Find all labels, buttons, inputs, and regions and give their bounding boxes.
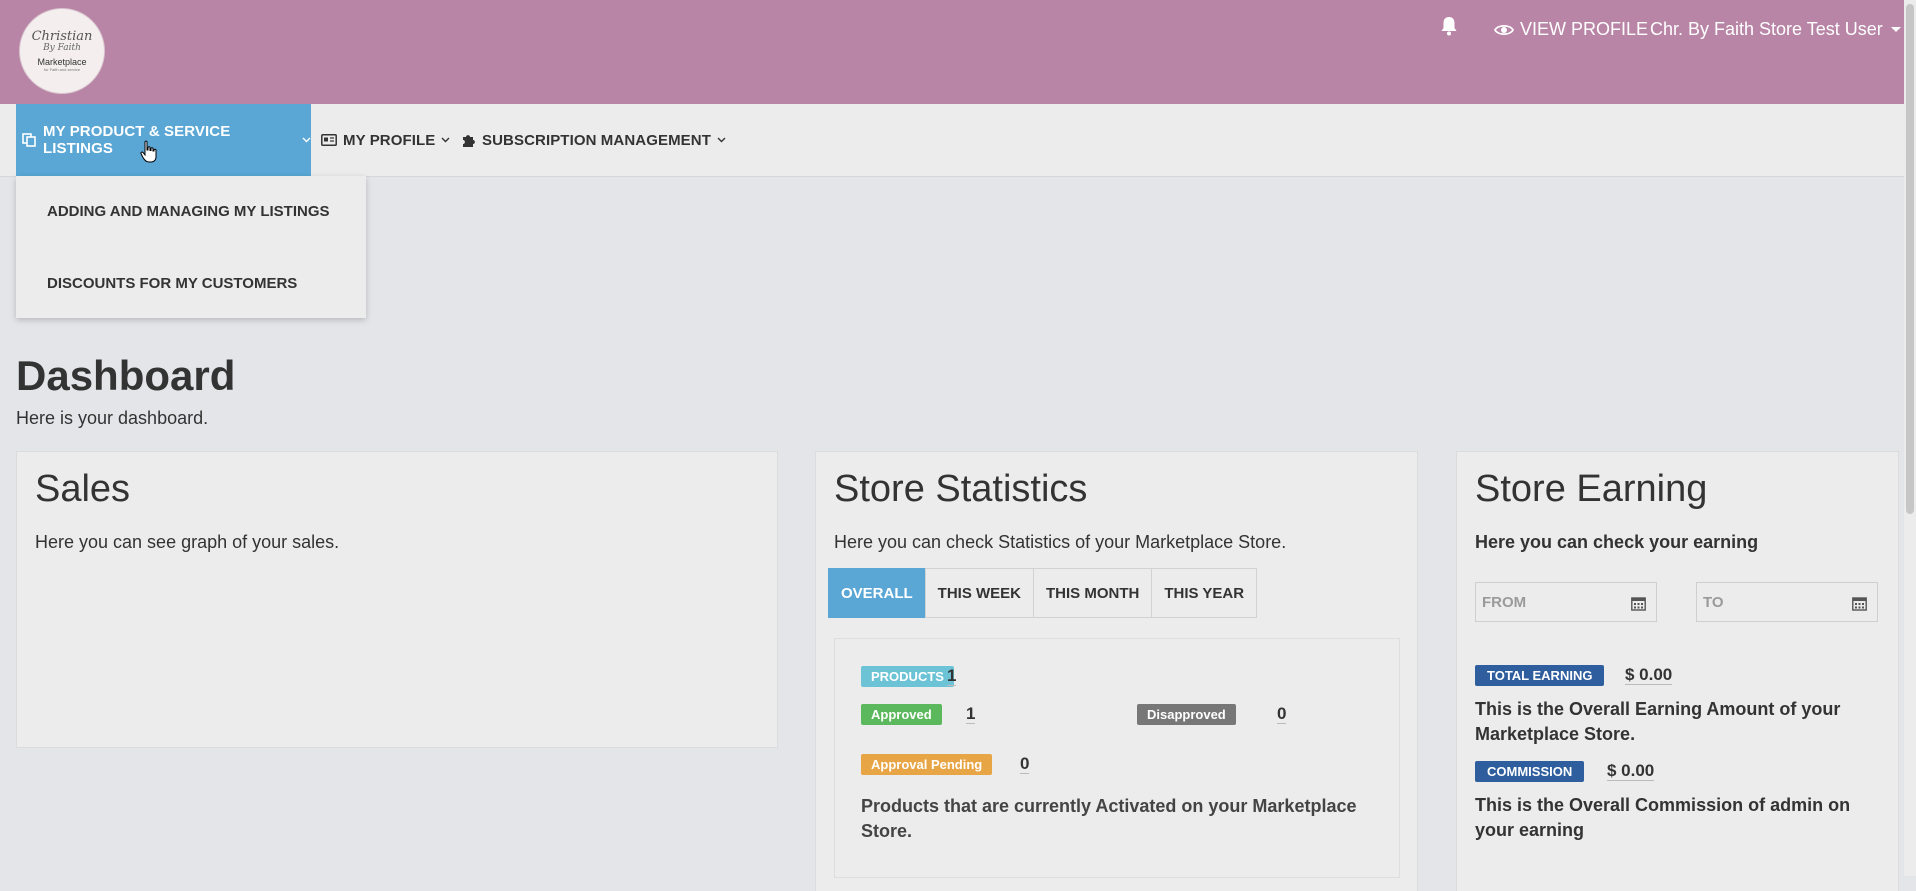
approved-count: 1 [966,704,976,724]
approval-pending-badge: Approval Pending [861,754,993,775]
top-header: Christian By Faith Marketplace for Faith… [0,0,1916,104]
sales-description: Here you can see graph of your sales. [35,532,340,552]
stats-title: Store Statistics [834,468,1088,510]
nav-label-my-profile: MY PROFILE [343,131,436,149]
logo-text-by-faith: By Faith [43,42,81,53]
approval-pending-count: 0 [1020,754,1030,774]
nav-item-listings[interactable]: MY PRODUCT & SERVICE LISTINGS [16,104,311,176]
total-earning-value: $ 0.00 [1625,665,1673,685]
tab-this-month[interactable]: THIS MONTH [1033,568,1153,618]
tab-this-week[interactable]: THIS WEEK [924,568,1035,618]
logo-text-tagline: for Faith and service [43,66,81,72]
hand-cursor-icon [140,140,157,163]
menu-item-discounts[interactable]: DISCOUNTS FOR MY CUSTOMERS [47,275,297,292]
nav-label-subscription: SUBSCRIPTION MANAGEMENT [482,131,711,149]
logo-text-marketplace: Marketplace [37,56,87,67]
main-navigation: MY PRODUCT & SERVICE LISTINGS MY PROFILE… [0,104,1914,177]
nav-item-subscription[interactable]: SUBSCRIPTION MANAGEMENT [461,104,726,176]
menu-item-adding-managing-listings[interactable]: ADDING AND MANAGING MY LISTINGS [47,203,330,220]
from-date-input[interactable] [1480,592,1614,612]
to-date-field[interactable] [1696,582,1878,622]
marketplace-logo[interactable]: Christian By Faith Marketplace for Faith… [19,8,105,94]
products-count: 1 [947,666,957,686]
store-statistics-card: Store Statistics Here you can check Stat… [815,451,1418,891]
stats-description: Here you can check Statistics of your Ma… [834,532,1287,552]
user-menu[interactable]: Chr. By Faith Store Test User [1650,19,1901,40]
user-name: Chr. By Faith Store Test User [1650,19,1883,39]
to-date-input[interactable] [1701,592,1835,612]
bell-icon[interactable] [1440,16,1458,36]
caret-down-icon [1890,27,1901,32]
commission-value: $ 0.00 [1607,761,1655,781]
eye-icon [1494,24,1514,35]
total-earning-badge: TOTAL EARNING [1475,665,1605,686]
stats-note: Products that are currently Activated on… [861,796,1357,841]
page-scrollbar[interactable] [1904,0,1916,876]
puzzle-icon [463,134,475,147]
tab-overall[interactable]: OVERALL [828,568,926,618]
commission-badge: COMMISSION [1475,761,1585,782]
chevron-down-icon [717,137,726,143]
commission-note: This is the Overall Commission of admin … [1475,795,1851,840]
total-earning-note: This is the Overall Earning Amount of yo… [1475,699,1841,744]
earning-description: Here you can check your earning [1475,532,1759,552]
nav-label-listings: MY PRODUCT & SERVICE LISTINGS [43,123,231,157]
view-profile-label: VIEW PROFILE [1520,19,1649,39]
listings-dropdown-menu: ADDING AND MANAGING MY LISTINGS DISCOUNT… [16,176,366,318]
page-subtitle: Here is your dashboard. [16,408,209,428]
stats-period-tabs: OVERALL THIS WEEK THIS MONTH THIS YEAR [828,568,1258,618]
chevron-down-icon [302,137,311,143]
sales-card: Sales Here you can see graph of your sal… [16,451,778,748]
earning-title: Store Earning [1475,468,1708,510]
products-badge: PRODUCTS [861,666,954,687]
disapproved-count: 0 [1277,704,1287,724]
nav-item-my-profile[interactable]: MY PROFILE [321,104,450,176]
calendar-icon[interactable] [1852,596,1867,611]
from-date-field[interactable] [1475,582,1657,622]
sales-title: Sales [35,468,131,510]
id-card-icon [321,134,337,146]
approved-badge: Approved [861,704,942,725]
logo-text-christian: Christian [31,28,93,44]
stats-panel: PRODUCTS 1 Approved 1 Disapproved 0 Appr… [834,638,1400,878]
page-title: Dashboard [16,352,236,399]
chevron-down-icon [441,137,450,143]
store-earning-card: Store Earning Here you can check your ea… [1456,451,1899,891]
calendar-icon[interactable] [1631,596,1646,611]
scrollbar-thumb[interactable] [1906,4,1914,514]
view-profile-link[interactable]: VIEW PROFILE [1494,19,1648,40]
copy-icon [22,133,36,147]
tab-this-year[interactable]: THIS YEAR [1151,568,1258,618]
disapproved-badge: Disapproved [1137,704,1236,725]
